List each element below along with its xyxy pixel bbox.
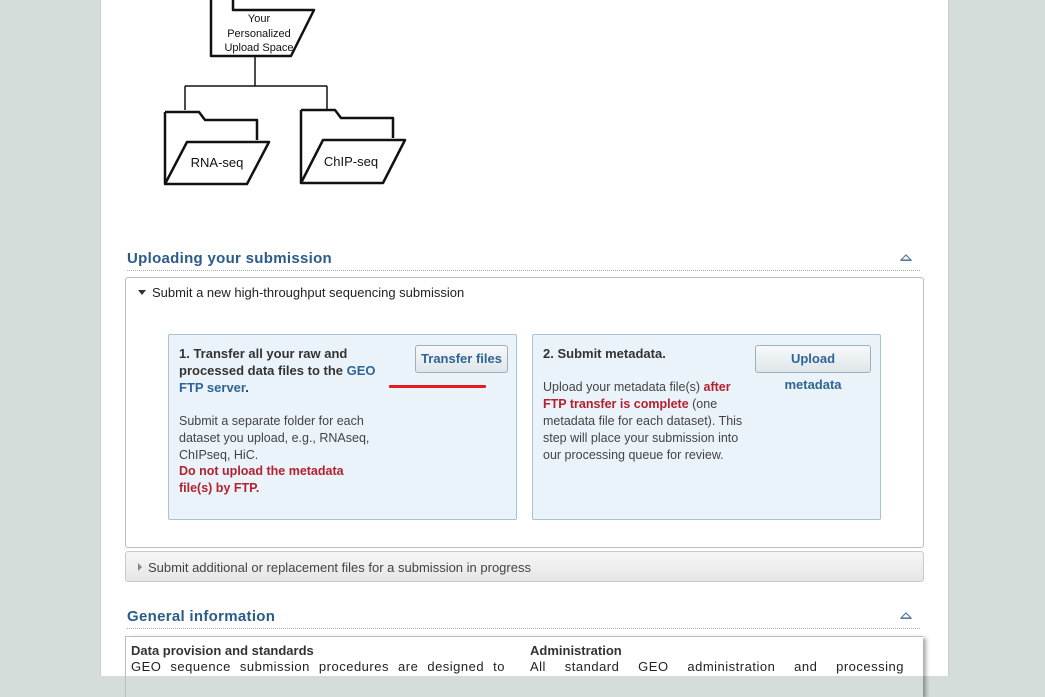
page-content: Your Personalized Upload Space RNA-seq C…: [100, 0, 949, 697]
step-2-body: Upload your metadata file(s) after FTP t…: [543, 379, 743, 464]
upload-space-label-1: Your: [248, 13, 271, 25]
uploading-section-heading: Uploading your submission: [127, 250, 920, 271]
step-2-title: 2. Submit metadata.: [543, 346, 666, 361]
step-1-title: 1. Transfer all your raw and processed d…: [179, 345, 389, 396]
data-provision-text: GEO sequence submission procedures are d…: [131, 659, 505, 674]
additional-files-panel-title: Submit additional or replacement files f…: [148, 560, 531, 575]
step-1-title-text: 1. Transfer all your raw and processed d…: [179, 346, 348, 378]
collapsed-triangle-icon: [138, 563, 142, 571]
upload-space-label-3: Upload Space: [224, 42, 293, 54]
data-provision-column: Data provision and standards GEO sequenc…: [131, 643, 505, 675]
step-1-box: 1. Transfer all your raw and processed d…: [168, 334, 517, 520]
transfer-files-highlight-underline: [389, 385, 486, 388]
new-submission-panel: Submit a new high-throughput sequencing …: [125, 277, 924, 548]
tree-connector-lines: [184, 56, 328, 110]
collapse-icon[interactable]: [900, 610, 912, 620]
general-section-heading: General information: [127, 608, 920, 629]
new-submission-panel-title: Submit a new high-throughput sequencing …: [152, 285, 465, 300]
step-1-warning: Do not upload the metadata file(s) by FT…: [179, 464, 344, 495]
administration-column: Administration All standard GEO administ…: [530, 643, 904, 675]
general-heading-title: General information: [127, 608, 276, 625]
folder-label-rna-seq: RNA-seq: [191, 155, 244, 170]
step-1-title-suffix: .: [245, 380, 249, 395]
step-1-body: Submit a separate folder for each datase…: [179, 414, 370, 462]
step-2-body-prefix: Upload your metadata file(s): [543, 380, 701, 394]
data-provision-title: Data provision and standards: [131, 643, 314, 658]
folder-icon-rna-seq: RNA-seq: [163, 110, 271, 186]
additional-files-panel-toggle[interactable]: Submit additional or replacement files f…: [138, 560, 531, 575]
upload-space-label-2: Personalized: [227, 28, 291, 40]
upload-metadata-button[interactable]: Upload metadata: [755, 345, 871, 392]
collapse-icon[interactable]: [900, 252, 912, 262]
additional-files-panel[interactable]: Submit additional or replacement files f…: [125, 551, 924, 582]
general-info-box: Data provision and standards GEO sequenc…: [125, 636, 923, 697]
folder-icon-chip-seq: ChIP-seq: [299, 108, 407, 185]
folder-label-chip-seq: ChIP-seq: [324, 154, 378, 169]
administration-text: All standard GEO administration and proc…: [530, 659, 904, 674]
new-submission-panel-toggle[interactable]: Submit a new high-throughput sequencing …: [138, 285, 464, 300]
transfer-files-button[interactable]: Transfer files: [415, 345, 508, 373]
expanded-triangle-icon: [138, 290, 146, 295]
upload-space-node: Your Personalized Upload Space: [209, 0, 316, 58]
step-2-box: 2. Submit metadata. Upload metadata Uplo…: [532, 334, 881, 520]
administration-title: Administration: [530, 643, 622, 658]
upload-space-diagram: Your Personalized Upload Space RNA-seq C…: [161, 0, 421, 200]
uploading-heading-title: Uploading your submission: [127, 250, 333, 267]
